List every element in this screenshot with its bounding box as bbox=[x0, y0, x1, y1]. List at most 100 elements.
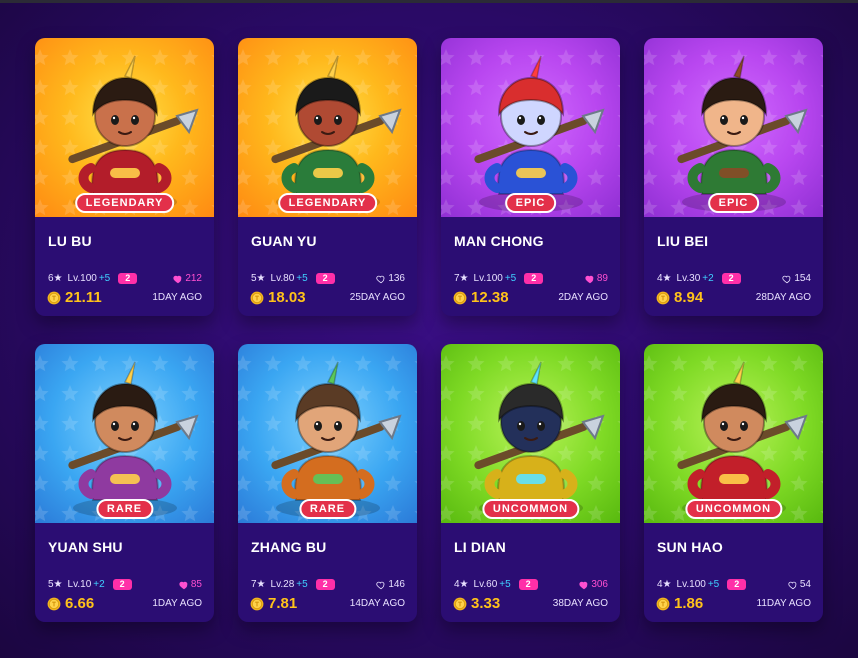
heart-icon[interactable] bbox=[788, 580, 798, 590]
background-star bbox=[820, 390, 823, 394]
background-star bbox=[820, 204, 823, 208]
count-badge: 2 bbox=[315, 579, 335, 590]
left-eye-shine bbox=[315, 116, 319, 120]
star-rating: 4★ bbox=[657, 273, 672, 284]
left-eye-shine bbox=[315, 422, 319, 426]
right-eye-shine bbox=[538, 116, 542, 120]
background-star bbox=[211, 174, 214, 178]
price-value: 7.81 bbox=[268, 595, 298, 612]
heart-icon[interactable] bbox=[782, 274, 792, 284]
top-border bbox=[0, 0, 858, 3]
nft-card-sun-hao[interactable]: UNCOMMON SUN HAO 4★ Lv.100 +5 2 54 1.86 … bbox=[644, 344, 823, 622]
hero-plus: +5 bbox=[98, 273, 111, 284]
nft-card-lu-bu[interactable]: LEGENDARY LU BU 6★ Lv.100 +5 2 212 21.11… bbox=[35, 38, 214, 316]
hero-name: MAN CHONG bbox=[454, 233, 544, 249]
hero-plus: +5 bbox=[296, 273, 308, 284]
left-eye-shine bbox=[112, 422, 116, 426]
background-star bbox=[617, 174, 620, 178]
right-arm bbox=[560, 163, 578, 193]
hero-level: Lv.100 bbox=[676, 579, 706, 590]
hero-level: Lv.100 bbox=[473, 273, 503, 284]
likes-count: 306 bbox=[591, 579, 608, 590]
count-badge: 2 bbox=[118, 273, 138, 284]
background-star bbox=[211, 510, 214, 514]
belt bbox=[110, 474, 140, 484]
background-star bbox=[414, 480, 417, 484]
crest bbox=[123, 55, 136, 79]
heart-icon[interactable] bbox=[585, 274, 595, 284]
left-eye-shine bbox=[721, 422, 725, 426]
coin-icon bbox=[453, 597, 467, 610]
coin-icon bbox=[250, 291, 264, 304]
listed-time: 28DAY AGO bbox=[755, 292, 811, 303]
nft-card-zhang-bu[interactable]: RARE ZHANG BU 7★ Lv.28 +5 2 146 7.81 14D… bbox=[238, 344, 417, 622]
background-star bbox=[617, 84, 620, 88]
heart-icon[interactable] bbox=[376, 580, 386, 590]
hero-name: LIU BEI bbox=[657, 233, 709, 249]
right-eye bbox=[537, 115, 545, 125]
left-eye bbox=[314, 421, 322, 431]
hero-portrait bbox=[677, 55, 808, 211]
nft-card-man-chong[interactable]: EPIC MAN CHONG 7★ Lv.100 +5 2 89 12.38 2… bbox=[441, 38, 620, 316]
crest bbox=[732, 55, 745, 79]
background-star bbox=[211, 390, 214, 394]
heart-icon[interactable] bbox=[179, 580, 189, 590]
likes[interactable]: 306 bbox=[579, 579, 608, 590]
background-star bbox=[820, 450, 823, 454]
price-value: 21.11 bbox=[65, 289, 102, 306]
price-value: 6.66 bbox=[65, 595, 95, 612]
heart-icon[interactable] bbox=[173, 274, 183, 284]
right-arm bbox=[763, 163, 781, 193]
likes[interactable]: 146 bbox=[376, 579, 405, 590]
listed-time: 1DAY AGO bbox=[152, 292, 202, 303]
likes[interactable]: 154 bbox=[782, 273, 811, 284]
left-eye bbox=[517, 421, 525, 431]
weapon-blade bbox=[784, 108, 808, 135]
likes[interactable]: 136 bbox=[376, 273, 405, 284]
background-star bbox=[414, 174, 417, 178]
weapon-blade bbox=[378, 414, 402, 441]
right-eye bbox=[131, 115, 139, 125]
rarity-tag: LEGENDARY bbox=[74, 193, 175, 213]
likes[interactable]: 89 bbox=[585, 273, 608, 284]
background-star bbox=[414, 450, 417, 454]
nft-card-liu-bei[interactable]: EPIC LIU BEI 4★ Lv.30 +2 2 154 8.94 28DA… bbox=[644, 38, 823, 316]
belt bbox=[313, 168, 343, 178]
belt bbox=[110, 168, 140, 178]
background-star bbox=[820, 174, 823, 178]
likes[interactable]: 212 bbox=[173, 273, 202, 284]
belt bbox=[313, 474, 343, 484]
likes[interactable]: 54 bbox=[788, 579, 811, 590]
background-star bbox=[617, 204, 620, 208]
hero-portrait bbox=[68, 361, 199, 517]
belt bbox=[719, 168, 749, 178]
background-star bbox=[617, 390, 620, 394]
right-eye-shine bbox=[132, 116, 136, 120]
left-arm bbox=[281, 163, 299, 193]
price-row: 8.94 28DAY AGO bbox=[656, 289, 811, 306]
nft-card-yuan-shu[interactable]: RARE YUAN SHU 5★ Lv.10 +2 2 85 6.66 1DAY… bbox=[35, 344, 214, 622]
right-eye bbox=[537, 421, 545, 431]
likes[interactable]: 85 bbox=[179, 579, 202, 590]
nft-card-guan-yu[interactable]: LEGENDARY GUAN YU 5★ Lv.80 +5 2 136 18.0… bbox=[238, 38, 417, 316]
card-art: RARE bbox=[35, 344, 214, 523]
crest bbox=[123, 361, 136, 385]
weapon-blade bbox=[175, 414, 199, 441]
hero-stats: 4★ Lv.100 +5 2 54 bbox=[657, 579, 811, 590]
price-row: 1.86 11DAY AGO bbox=[656, 595, 811, 612]
coin-icon bbox=[656, 291, 670, 304]
background-star bbox=[820, 510, 823, 514]
likes-count: 54 bbox=[799, 579, 811, 590]
heart-icon[interactable] bbox=[376, 274, 386, 284]
listed-time: 38DAY AGO bbox=[552, 598, 608, 609]
rarity-tag: LEGENDARY bbox=[277, 193, 378, 213]
price-value: 12.38 bbox=[471, 289, 509, 306]
heart-icon[interactable] bbox=[579, 580, 589, 590]
background-star bbox=[211, 54, 214, 58]
nft-card-li-dian[interactable]: UNCOMMON LI DIAN 4★ Lv.60 +5 2 306 3.33 … bbox=[441, 344, 620, 622]
right-arm bbox=[357, 469, 375, 499]
background-star bbox=[211, 144, 214, 148]
crest bbox=[529, 55, 542, 79]
hero-name: LU BU bbox=[48, 233, 92, 249]
price-row: 21.11 1DAY AGO bbox=[47, 289, 202, 306]
